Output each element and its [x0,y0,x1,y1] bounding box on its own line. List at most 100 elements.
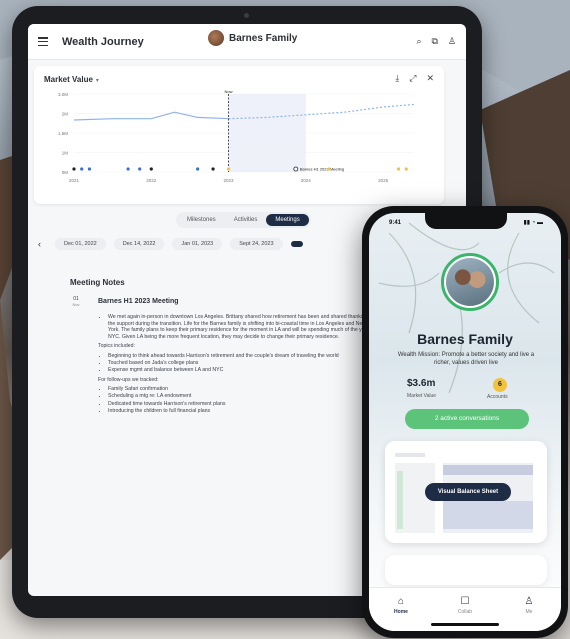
date-pill[interactable]: Dec 14, 2022 [113,238,165,250]
event-dot [404,167,408,171]
date-pill[interactable]: Jan 01, 2023 [172,238,223,250]
note-date-badge: 01 Nov [70,296,82,307]
event-dot [126,167,130,171]
y-tick-label: 2M [62,112,69,117]
intro-paragraph: We met again in-person in downtown Los A… [108,314,378,340]
status-time: 9:41 [389,220,402,226]
event-dot [226,167,231,171]
menu-icon[interactable] [38,37,48,46]
tab-label: Me [525,609,533,615]
phone-family-name: Barnes Family [417,331,513,347]
family-avatar [208,30,224,46]
followup-item: Scheduling a mtg re: LA endowment [108,393,378,400]
chart-title: Market Value [44,75,93,84]
market-value-card: Market Value ▾ ⤓ ⤢ ✕ 3.0M 2M 1.5M 1M 0M 2021 20… [34,66,444,204]
accounts-label: Accounts [487,394,508,400]
x-tick-label: 2024 [301,178,312,183]
date-row: ‹ Dec 01, 2022 Dec 14, 2022 Jan 01, 2023 Se… [38,238,303,250]
share-icon[interactable]: ⧉ [431,36,437,47]
close-icon[interactable]: ✕ [426,73,434,84]
home-icon: ⌂ [397,596,405,607]
family-switcher[interactable]: Barnes Family [208,30,297,46]
user-icon[interactable]: ♙ [448,36,456,47]
note-month: Nov [72,302,80,307]
tab-milestones[interactable]: Milestones [178,214,225,226]
followups-list: Family Safari confirmationScheduling a m… [108,386,378,414]
market-value-stat: $3.6m [407,378,436,389]
phone-notch [425,213,507,229]
y-tick-label: 1.5M [58,131,68,136]
x-tick-label: 2022 [146,178,157,183]
event-dot [138,167,142,171]
tab-me[interactable]: ♙ Me [509,596,549,631]
phone-device: 9:41 ▮▮ ◔ ▬ Barnes Family Wealth Mission… [362,206,568,638]
meeting-title: Barnes H1 2023 Meeting [98,298,179,305]
me-icon: ♙ [524,596,534,607]
balance-sheet-card[interactable]: Visual Balance Sheet [385,441,547,543]
family-profile-avatar[interactable] [441,253,499,311]
view-tabs: Milestones Activities Meetings [176,212,311,228]
annotation-marker [293,166,299,172]
expand-icon[interactable]: ⤢ [409,73,416,84]
x-tick-label: 2021 [69,178,80,183]
search-icon[interactable]: ⌕ [416,36,421,47]
chart-tools: ⤓ ⤢ ✕ [395,73,434,84]
event-dot [211,167,215,171]
tab-activities[interactable]: Activities [225,214,267,226]
annotation-label: Barnes H1 2023 Meeting [300,167,344,172]
event-dot [149,167,153,171]
family-photo [446,258,494,306]
date-pill[interactable]: Dec 01, 2022 [55,238,106,250]
header-icons: ⌕ ⧉ ♙ [416,36,456,47]
palm-background [378,222,555,394]
wealth-mission: Wealth Mission: Promote a better society… [397,352,535,366]
x-tick-label: 2023 [224,178,235,183]
status-icons: ▮▮ ◔ ▬ [523,220,543,226]
meeting-notes-body: We met again in-person in downtown Los A… [98,314,378,415]
phone-screen: 9:41 ▮▮ ◔ ▬ Barnes Family Wealth Mission… [369,213,561,631]
followup-item: Family Safari confirmation [108,386,378,393]
event-dot [72,167,76,171]
collab-icon: ☐ [460,596,470,607]
topics-label: Topics included: [98,343,135,350]
tab-home[interactable]: ⌂ Home [381,596,421,631]
secondary-card[interactable] [385,555,547,585]
tab-label: Collab [457,609,473,615]
accounts-badge: 6 [493,378,507,392]
x-tick-label: 2025 [378,178,389,183]
event-dot [327,167,331,171]
event-dot [196,167,200,171]
event-dot [396,167,401,171]
chevron-down-icon: ▾ [95,78,99,84]
chart-title-dropdown[interactable]: Market Value ▾ [44,75,99,84]
market-value-chart: 3.0M 2M 1.5M 1M 0M2021 2022 2023 2024 2025 Now Bar… [58,89,415,183]
home-indicator [431,623,499,626]
app-header: Wealth Journey Barnes Family ⌕ ⧉ ♙ [28,24,466,60]
now-marker-label: Now [225,89,233,94]
date-pill-selected[interactable] [290,241,303,247]
y-tick-label: 1M [62,151,69,156]
followups-label: For follow-ups we tracked: [98,376,159,383]
event-dot [87,167,92,171]
topic-item: Touched based on Jada's college plans [108,360,378,367]
tab-meetings[interactable]: Meetings [266,214,309,226]
y-tick-label: 3.0M [58,92,68,97]
followup-item: Dedicated time towards Harrison's retire… [108,401,378,408]
market-value-label: Market Value [407,393,437,399]
app-title: Wealth Journey [62,35,144,48]
topic-item: Expense mgmt and balance between LA and … [108,367,378,374]
followup-item: Introducing the children to full financi… [108,408,378,415]
topic-item: Beginning to think ahead towards Harriso… [108,353,378,360]
tablet-camera [244,13,249,18]
date-pill[interactable]: Sept 24, 2023 [230,238,283,250]
active-conversations-button[interactable]: 2 active conversations [405,409,529,429]
event-dot [80,167,84,171]
notes-title: Meeting Notes [70,278,125,287]
chevron-left-icon[interactable]: ‹ [38,239,41,249]
download-icon[interactable]: ⤓ [395,73,399,84]
visual-balance-sheet-button[interactable]: Visual Balance Sheet [425,483,511,501]
tab-label: Home [394,609,408,615]
topics-list: Beginning to think ahead towards Harriso… [108,353,378,374]
y-tick-label: 0M [62,170,69,175]
family-name: Barnes Family [229,32,298,44]
